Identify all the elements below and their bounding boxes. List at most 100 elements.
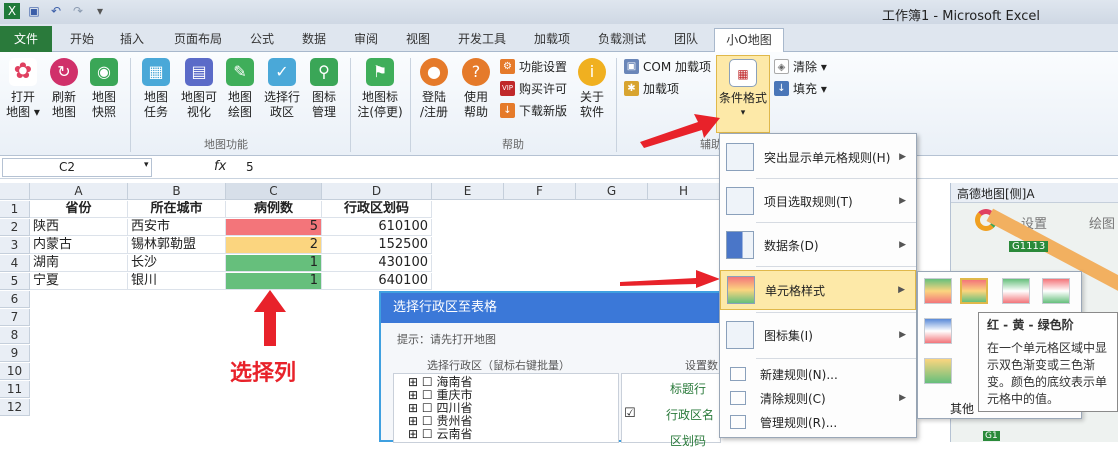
- tab-xiaoo-map[interactable]: 小O地图: [714, 28, 784, 53]
- tree-item[interactable]: ⊞ ☐ 云南省: [408, 428, 472, 441]
- field-region-name[interactable]: 行政区名: [666, 406, 714, 423]
- tab-page-layout[interactable]: 页面布局: [166, 28, 230, 52]
- open-map-button[interactable]: ✿ 打开 地图 ▾: [4, 58, 42, 120]
- map-visualize-button[interactable]: ▤ 地图可 视化: [178, 58, 220, 120]
- table-cell[interactable]: 640100: [322, 273, 432, 290]
- case-count-cell[interactable]: 5: [226, 219, 322, 236]
- menu-item-manage-rules[interactable]: 管理规则(R)...: [720, 412, 916, 432]
- menu-item-color-scales[interactable]: 单元格样式 ▶: [720, 270, 916, 310]
- row-header[interactable]: 3: [0, 237, 30, 254]
- fill-button[interactable]: ↓ 填充 ▾: [774, 80, 827, 97]
- tab-developer[interactable]: 开发工具: [450, 28, 514, 52]
- row-header[interactable]: 7: [0, 309, 30, 326]
- refresh-map-button[interactable]: ↻ 刷新 地图: [46, 58, 82, 120]
- tab-insert[interactable]: 插入: [112, 28, 152, 52]
- addins-button[interactable]: ✱ 加载项: [624, 80, 679, 97]
- header-cell[interactable]: 所在城市: [128, 201, 226, 218]
- field-region-code[interactable]: 区划码: [670, 432, 706, 449]
- color-scale-option[interactable]: [924, 318, 952, 344]
- case-count-cell[interactable]: 1: [226, 273, 322, 290]
- tab-data[interactable]: 数据: [294, 28, 334, 52]
- tab-home[interactable]: 开始: [62, 28, 102, 52]
- row-header[interactable]: 1: [0, 201, 30, 218]
- about-button[interactable]: i 关于 软件: [574, 58, 610, 120]
- row-header[interactable]: 11: [0, 381, 30, 398]
- tab-addins[interactable]: 加载项: [526, 28, 578, 52]
- table-cell[interactable]: 宁夏: [30, 273, 128, 290]
- color-scale-option[interactable]: [1002, 278, 1030, 304]
- table-cell[interactable]: 湖南: [30, 255, 128, 272]
- table-cell[interactable]: 陕西: [30, 219, 128, 236]
- row-header[interactable]: 8: [0, 327, 30, 344]
- header-cell[interactable]: 省份: [30, 201, 128, 218]
- customize-qa-icon[interactable]: ▾: [92, 3, 108, 19]
- row-header[interactable]: 9: [0, 345, 30, 362]
- download-new-button[interactable]: ↓ 下载新版: [500, 102, 567, 119]
- chevron-down-icon[interactable]: ▾: [144, 160, 149, 170]
- name-box[interactable]: C2: [2, 158, 152, 177]
- header-cell[interactable]: 病例数: [226, 201, 322, 218]
- select-all-corner[interactable]: [0, 183, 30, 200]
- color-scale-option[interactable]: [1042, 278, 1070, 304]
- table-cell[interactable]: 长沙: [128, 255, 226, 272]
- formula-input[interactable]: 5: [246, 160, 254, 174]
- table-cell[interactable]: 430100: [322, 255, 432, 272]
- table-cell[interactable]: 锡林郭勒盟: [128, 237, 226, 254]
- color-scale-option[interactable]: [924, 358, 952, 384]
- map-draw-button[interactable]: ✎ 地图 绘图: [222, 58, 258, 120]
- icon-manage-button[interactable]: ⚲ 图标 管理: [306, 58, 342, 120]
- buy-license-button[interactable]: VIP 购买许可: [500, 80, 567, 97]
- row-header[interactable]: 12: [0, 399, 30, 416]
- row-header[interactable]: 6: [0, 291, 30, 308]
- color-scale-option-red-yellow-green[interactable]: [960, 278, 988, 304]
- menu-item-clear-rules[interactable]: 清除规则(C) ▶: [720, 388, 916, 408]
- table-cell[interactable]: 银川: [128, 273, 226, 290]
- login-button[interactable]: ● 登陆 /注册: [414, 58, 454, 120]
- column-header-h[interactable]: H: [648, 183, 720, 200]
- field-title-row[interactable]: 标题行: [670, 380, 706, 397]
- feature-settings-button[interactable]: ⚙ 功能设置: [500, 58, 567, 75]
- save-icon[interactable]: ▣: [26, 3, 42, 19]
- redo-icon[interactable]: ↷: [70, 3, 86, 19]
- help-button[interactable]: ? 使用 帮助: [456, 58, 496, 120]
- map-snapshot-button[interactable]: ◉ 地图 快照: [86, 58, 122, 120]
- column-header-e[interactable]: E: [432, 183, 504, 200]
- menu-item-highlight-rules[interactable]: 突出显示单元格规则(H) ▶: [720, 138, 916, 176]
- column-header-g[interactable]: G: [576, 183, 648, 200]
- tab-review[interactable]: 审阅: [346, 28, 386, 52]
- tab-formulas[interactable]: 公式: [242, 28, 282, 52]
- com-addins-button[interactable]: ▣ COM 加载项: [624, 58, 711, 75]
- row-header[interactable]: 5: [0, 273, 30, 290]
- menu-item-new-rule[interactable]: 新建规则(N)...: [720, 364, 916, 384]
- menu-item-icon-sets[interactable]: 图标集(I) ▶: [720, 316, 916, 354]
- map-draw-button[interactable]: 绘图: [1089, 213, 1115, 232]
- tab-view[interactable]: 视图: [398, 28, 438, 52]
- undo-icon[interactable]: ↶: [48, 3, 64, 19]
- checkbox[interactable]: ☑: [624, 406, 636, 421]
- conditional-format-button[interactable]: ▦ 条件格式 ▾: [716, 55, 770, 133]
- row-header[interactable]: 2: [0, 219, 30, 236]
- header-cell[interactable]: 行政区划码: [322, 201, 432, 218]
- tab-file[interactable]: 文件: [0, 26, 52, 52]
- case-count-cell[interactable]: 2: [226, 237, 322, 254]
- table-cell[interactable]: 内蒙古: [30, 237, 128, 254]
- column-header-f[interactable]: F: [504, 183, 576, 200]
- color-scale-option[interactable]: [924, 278, 952, 304]
- menu-item-top-bottom-rules[interactable]: 项目选取规则(T) ▶: [720, 182, 916, 220]
- column-header-a[interactable]: A: [30, 183, 128, 200]
- select-region-button[interactable]: ✓ 选择行 政区: [260, 58, 304, 120]
- table-cell[interactable]: 152500: [322, 237, 432, 254]
- table-cell[interactable]: 西安市: [128, 219, 226, 236]
- table-cell[interactable]: 610100: [322, 219, 432, 236]
- tab-team[interactable]: 团队: [666, 28, 706, 52]
- row-header[interactable]: 4: [0, 255, 30, 272]
- map-task-button[interactable]: ▦ 地图 任务: [138, 58, 174, 120]
- fx-icon[interactable]: fx: [214, 159, 226, 174]
- column-header-d[interactable]: D: [322, 183, 432, 200]
- menu-item-data-bars[interactable]: 数据条(D) ▶: [720, 226, 916, 264]
- tab-load-test[interactable]: 负载测试: [590, 28, 654, 52]
- row-header[interactable]: 10: [0, 363, 30, 380]
- column-header-b[interactable]: B: [128, 183, 226, 200]
- case-count-cell[interactable]: 1: [226, 255, 322, 272]
- region-tree[interactable]: ⊞ ☐ 海南省 ⊞ ☐ 重庆市 ⊞ ☐ 四川省 ⊞ ☐ 贵州省 ⊞ ☐ 云南省: [393, 373, 619, 443]
